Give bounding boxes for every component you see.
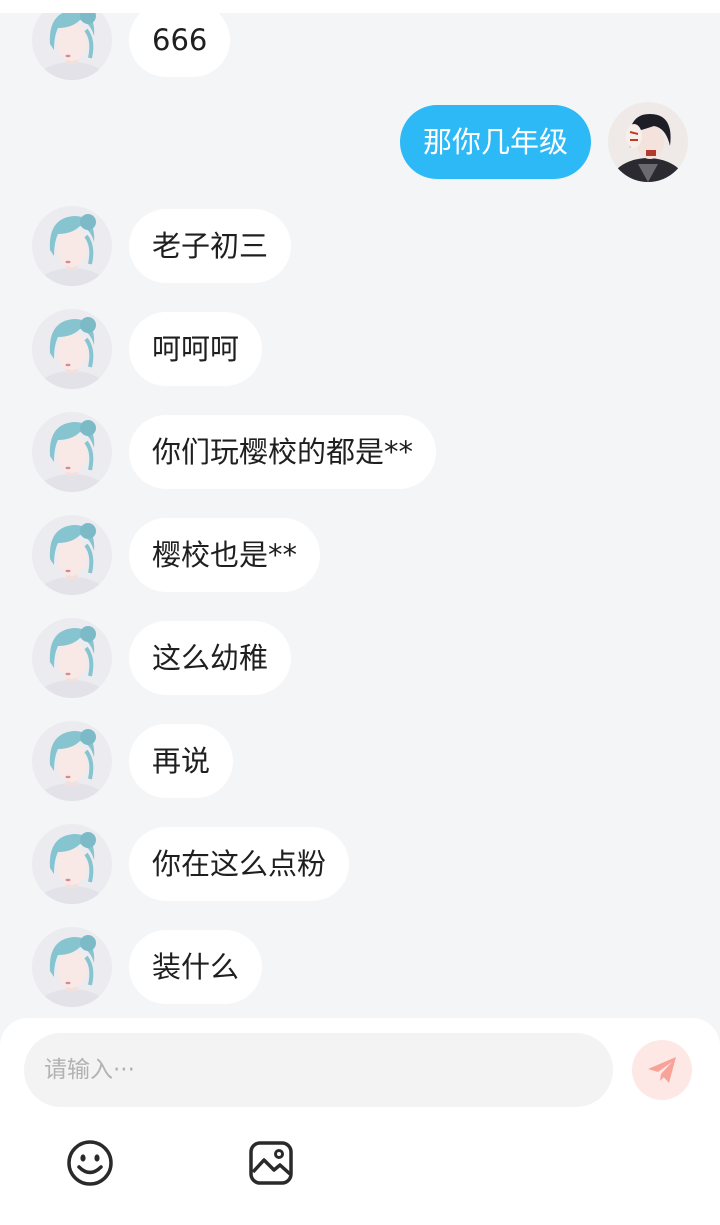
message-list[interactable]: 666 那你几年级 老子初三 呵呵呵 你们玩樱校的都是** 樱校也是** 这么幼… xyxy=(0,13,720,1018)
message-row: 装什么 xyxy=(0,927,720,1007)
message-row: 樱校也是** xyxy=(0,515,720,595)
blue-hair-avatar[interactable] xyxy=(32,927,112,1007)
emoji-button[interactable] xyxy=(65,1138,115,1188)
blue-hair-avatar[interactable] xyxy=(32,618,112,698)
message-row: 呵呵呵 xyxy=(0,309,720,389)
message-bubble[interactable]: 666 xyxy=(129,13,231,77)
message-row: 你们玩樱校的都是** xyxy=(0,412,720,492)
image-button[interactable] xyxy=(246,1138,296,1188)
blue-hair-avatar[interactable] xyxy=(32,206,112,286)
top-strip xyxy=(0,0,720,13)
message-row: 那你几年级 xyxy=(0,102,720,182)
blue-hair-avatar[interactable] xyxy=(32,13,112,80)
send-button[interactable] xyxy=(632,1040,692,1100)
message-row: 666 xyxy=(0,13,720,80)
dark-hair-mask-avatar[interactable] xyxy=(608,102,688,182)
blue-hair-avatar[interactable] xyxy=(32,515,112,595)
blue-hair-avatar[interactable] xyxy=(32,824,112,904)
image-icon xyxy=(249,1141,293,1185)
blue-hair-avatar[interactable] xyxy=(32,721,112,801)
blue-hair-avatar[interactable] xyxy=(32,309,112,389)
message-bubble[interactable]: 老子初三 xyxy=(129,209,292,283)
message-bubble[interactable]: 再说 xyxy=(129,724,234,798)
message-bubble[interactable]: 樱校也是** xyxy=(129,518,321,592)
message-row: 这么幼稚 xyxy=(0,618,720,698)
paper-plane-icon xyxy=(648,1057,676,1083)
message-row: 再说 xyxy=(0,721,720,801)
message-bubble[interactable]: 那你几年级 xyxy=(399,105,591,179)
message-bubble[interactable]: 你们玩樱校的都是** xyxy=(129,415,437,489)
message-bubble[interactable]: 你在这么点粉 xyxy=(129,827,350,901)
message-bubble[interactable]: 这么幼稚 xyxy=(129,621,292,695)
smiley-icon xyxy=(67,1140,113,1186)
message-row: 老子初三 xyxy=(0,206,720,286)
message-input[interactable] xyxy=(24,1033,613,1107)
message-bubble[interactable]: 装什么 xyxy=(129,930,263,1004)
message-bubble[interactable]: 呵呵呵 xyxy=(129,312,263,386)
composer-panel xyxy=(0,1018,720,1225)
message-row: 你在这么点粉 xyxy=(0,824,720,904)
blue-hair-avatar[interactable] xyxy=(32,412,112,492)
